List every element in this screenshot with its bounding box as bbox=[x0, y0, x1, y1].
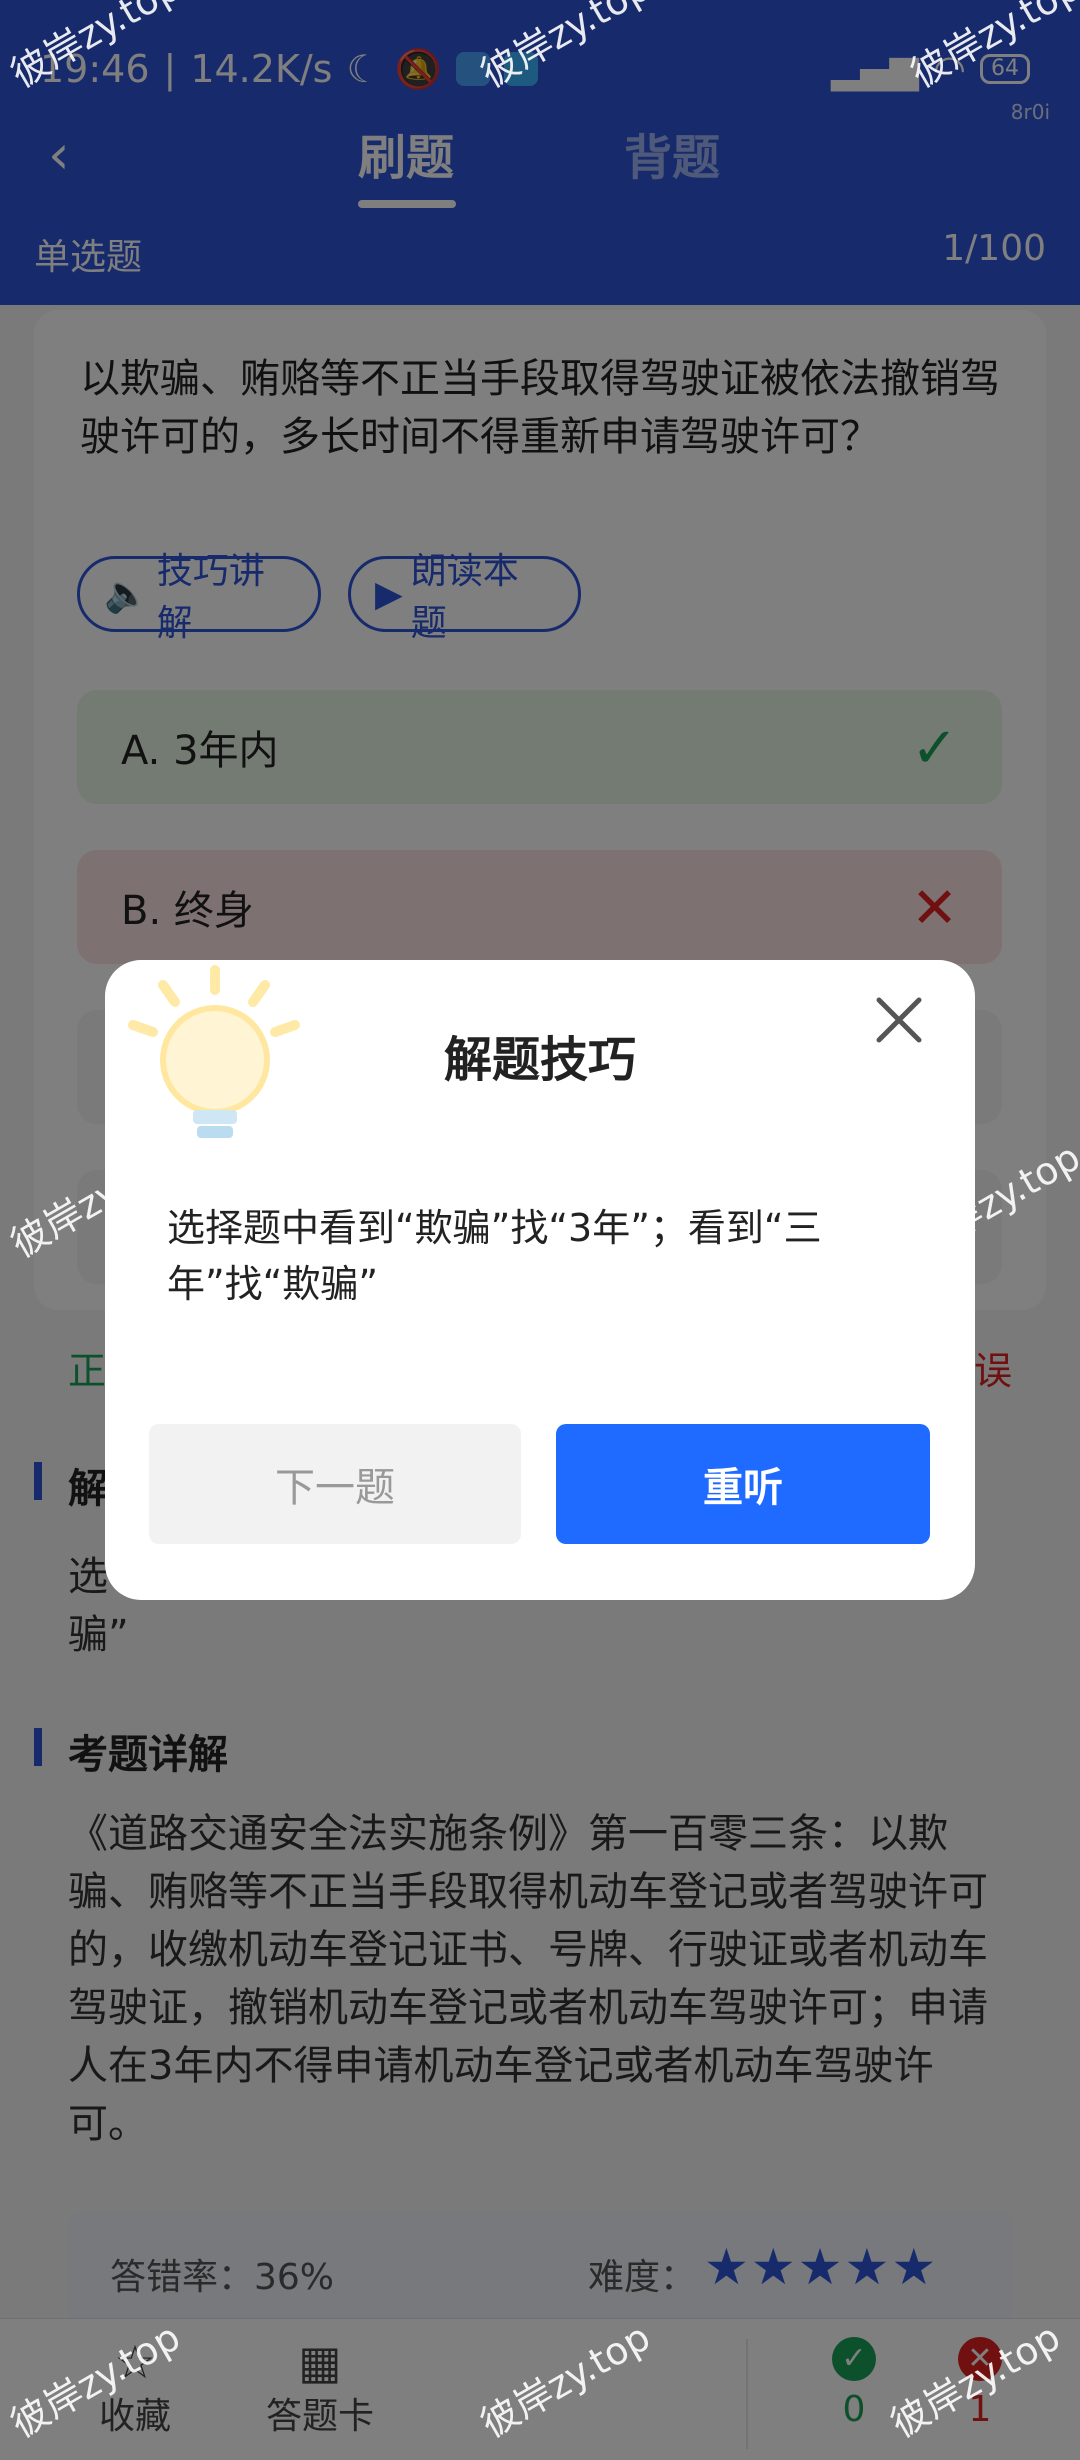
close-icon[interactable] bbox=[869, 990, 929, 1050]
dialog-title: 解题技巧 bbox=[443, 1032, 636, 1088]
dialog-body: 选择题中看到“欺骗”找“3年”；看到“三年”找“欺骗” bbox=[167, 1206, 822, 1306]
tip-dialog: 解题技巧 选择题中看到“欺骗”找“3年”；看到“三年”找“欺骗” 下一题 重听 bbox=[105, 960, 975, 1600]
replay-button[interactable]: 重听 bbox=[556, 1424, 930, 1544]
next-question-button[interactable]: 下一题 bbox=[149, 1424, 521, 1544]
